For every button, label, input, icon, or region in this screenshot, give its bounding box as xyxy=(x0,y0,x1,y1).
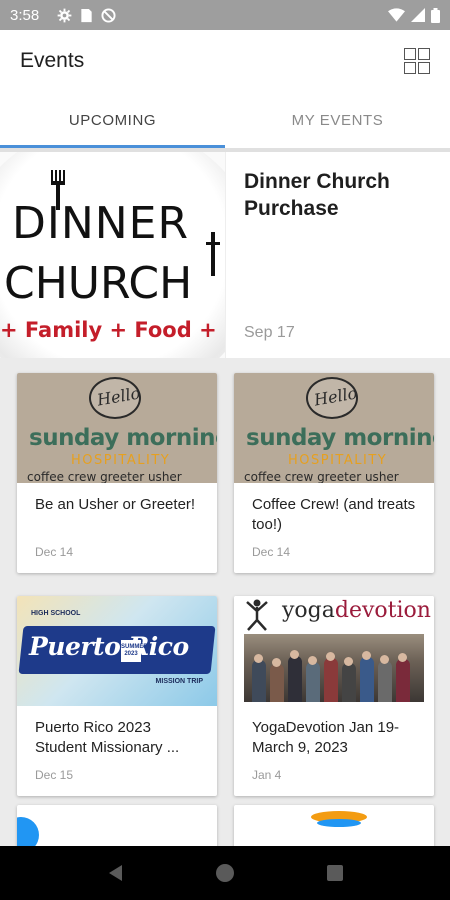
event-grid: Hello sunday morning HOSPITALITY coffee … xyxy=(0,358,450,811)
status-bar-right xyxy=(388,7,440,23)
person-figure xyxy=(252,660,266,702)
wifi-icon xyxy=(388,8,405,22)
featured-event-card[interactable]: DINNER CHURCH + Family + Food + F Dinner… xyxy=(0,152,450,358)
gear-icon xyxy=(57,8,72,22)
system-nav-bar xyxy=(0,846,450,900)
event-card-image xyxy=(311,811,367,827)
person-head xyxy=(290,650,299,659)
sunday-morning-text: sunday morning xyxy=(29,425,217,451)
event-card-image xyxy=(17,817,39,846)
tab-upcoming[interactable]: UPCOMING xyxy=(0,92,225,148)
cross-icon xyxy=(206,232,220,276)
event-card-image: HIGH SCHOOL Puerto Rico SUMMER 2023 MISS… xyxy=(17,596,217,706)
home-icon[interactable] xyxy=(210,858,240,888)
person-figure xyxy=(396,659,410,702)
event-card-partial[interactable] xyxy=(234,805,434,846)
person-figure xyxy=(270,664,284,702)
event-card-puerto-rico[interactable]: HIGH SCHOOL Puerto Rico SUMMER 2023 MISS… xyxy=(17,596,217,796)
hospitality-text: HOSPITALITY xyxy=(288,453,388,468)
app-bar: Events xyxy=(0,30,450,92)
event-card-title: Coffee Crew! (and treats too!) xyxy=(252,496,416,533)
sunday-morning-text: sunday morning xyxy=(246,425,434,451)
status-bar-left: 3:58 xyxy=(10,7,116,24)
event-card-body: Coffee Crew! (and treats too!) Dec 14 xyxy=(234,483,434,573)
person-head xyxy=(398,653,407,662)
yoga-devotion-logo-text: yogadevotion xyxy=(282,598,431,623)
puerto-rico-text: Puerto Rico xyxy=(29,632,189,661)
person-figure xyxy=(378,661,392,702)
event-card-date: Dec 14 xyxy=(252,545,291,559)
event-card-image: yogadevotion xyxy=(234,596,434,706)
hospitality-text: HOSPITALITY xyxy=(71,453,171,468)
grid-view-icon[interactable] xyxy=(404,48,430,74)
person-figure xyxy=(360,657,374,702)
event-grid-next-row xyxy=(0,805,450,846)
person-head xyxy=(308,656,317,665)
tab-my-events[interactable]: MY EVENTS xyxy=(225,92,450,148)
church-text: CHURCH xyxy=(4,258,193,309)
sim-card-icon xyxy=(81,8,92,22)
event-card-title: YogaDevotion Jan 19- March 9, 2023 xyxy=(252,719,400,756)
grid-cell xyxy=(404,62,416,74)
event-card-yoga-devotion[interactable]: yogadevotion YogaDevotion Jan 19- March … xyxy=(234,596,434,796)
status-bar: 3:58 xyxy=(0,0,450,30)
featured-event-title: Dinner Church Purchase xyxy=(244,170,390,220)
grid-cell xyxy=(418,62,430,74)
event-card-body: YogaDevotion Jan 19- March 9, 2023 Jan 4 xyxy=(234,706,434,796)
back-icon[interactable] xyxy=(100,858,130,888)
event-card-coffee-crew[interactable]: Hello sunday morning HOSPITALITY coffee … xyxy=(234,373,434,573)
dinner-church-tagline: + Family + Food + F xyxy=(0,318,226,342)
events-list[interactable]: DINNER CHURCH + Family + Food + F Dinner… xyxy=(0,148,450,846)
year-badge: SUMMER 2023 xyxy=(121,640,148,662)
event-card-body: Puerto Rico 2023 Student Missionary ... … xyxy=(17,706,217,796)
dinner-text: DINNER xyxy=(12,198,190,249)
grid-cell xyxy=(404,48,416,60)
person-head xyxy=(326,652,335,661)
recents-icon[interactable] xyxy=(320,858,350,888)
group-photo xyxy=(244,634,424,702)
status-time: 3:58 xyxy=(10,6,40,24)
person-head xyxy=(344,657,353,666)
featured-event-date: Sep 17 xyxy=(244,324,295,341)
event-card-body: Be an Usher or Greeter! Dec 14 xyxy=(17,483,217,573)
event-card-title: Puerto Rico 2023 Student Missionary ... xyxy=(35,719,180,756)
yoga-text: yoga xyxy=(282,598,335,623)
tab-bar: UPCOMING MY EVENTS xyxy=(0,92,450,148)
event-card-image: Hello sunday morning HOSPITALITY coffee … xyxy=(234,373,434,483)
event-card-usher[interactable]: Hello sunday morning HOSPITALITY coffee … xyxy=(17,373,217,573)
devotion-text: devotion xyxy=(334,598,431,623)
featured-event-info: Dinner Church Purchase Sep 17 xyxy=(226,152,450,358)
person-figure xyxy=(306,662,320,702)
person-figure xyxy=(288,656,302,702)
yoga-pose-icon xyxy=(246,599,268,631)
person-head xyxy=(380,655,389,664)
person-head xyxy=(272,658,281,667)
no-disturb-icon xyxy=(101,7,116,23)
roles-text: coffee crew greeter usher xyxy=(27,470,182,483)
page-title: Events xyxy=(20,49,85,72)
grid-cell xyxy=(418,48,430,60)
person-figure xyxy=(342,663,356,702)
event-card-date: Dec 14 xyxy=(35,545,74,559)
person-head xyxy=(254,654,263,663)
event-card-date: Dec 15 xyxy=(35,768,74,782)
event-card-partial[interactable] xyxy=(17,805,217,846)
mission-trip-text: MISSION TRIP xyxy=(155,678,203,685)
roles-text: coffee crew greeter usher xyxy=(244,470,399,483)
event-card-image: Hello sunday morning HOSPITALITY coffee … xyxy=(17,373,217,483)
battery-icon xyxy=(431,7,440,23)
person-head xyxy=(362,651,371,660)
person-figure xyxy=(324,658,338,702)
event-card-title: Be an Usher or Greeter! xyxy=(35,496,196,513)
event-card-date: Jan 4 xyxy=(252,768,282,782)
signal-icon xyxy=(411,8,425,22)
featured-event-image: DINNER CHURCH + Family + Food + F xyxy=(0,152,226,358)
high-school-text: HIGH SCHOOL xyxy=(31,610,81,617)
